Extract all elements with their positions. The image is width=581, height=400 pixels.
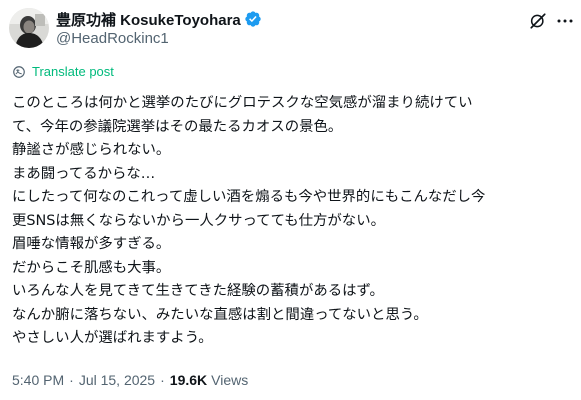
post-card: 豊原功補 KosukeToyohara @HeadRockinc1 Transl… — [0, 0, 581, 400]
avatar-image — [9, 8, 49, 48]
post-text-line: にしたって何なのこれって虚しい酒を煽るも今や世界的にもこんなだし今 — [12, 189, 486, 205]
post-text-line: 眉唾な情報が多すぎる。 — [12, 236, 171, 252]
post-text-line: まあ闘ってるからな… — [12, 165, 156, 182]
verified-badge-icon — [244, 10, 262, 28]
post-meta: 5:40 PM · Jul 15, 2025 · 19.6K Views — [12, 372, 248, 388]
translate-icon — [12, 65, 26, 79]
post-text-line: 更SNSは無くならないから一人クサってても仕方がない。 — [12, 212, 385, 229]
more-horizontal-icon[interactable] — [556, 12, 574, 30]
post-text-line: なんか腑に落ちない、みたいな直感は割と間違ってないと思う。 — [12, 306, 428, 323]
post-text-line: て、今年の参議院選挙はその最たるカオスの景色。 — [12, 118, 343, 135]
avatar[interactable] — [9, 8, 49, 48]
post-text-line: だからこそ肌感も大事。 — [12, 259, 171, 276]
post-text-line: やさしい人が選ばれますよう。 — [12, 330, 213, 346]
author-handle[interactable]: @HeadRockinc1 — [56, 30, 169, 47]
post-text-line: このところは何かと選挙のたびにグロテスクな空気感が溜まり続けてい — [12, 95, 473, 111]
views-label: Views — [211, 372, 249, 388]
grok-slash-icon[interactable] — [529, 12, 547, 30]
author-name-row: 豊原功補 KosukeToyohara — [56, 9, 262, 29]
post-text-line: 静謐さが感じられない。 — [12, 142, 171, 158]
post-time[interactable]: 5:40 PM — [12, 372, 64, 388]
translate-post-label: Translate post — [32, 64, 114, 79]
post-text: このところは何かと選挙のたびにグロテスクな空気感が溜まり続けてい て、今年の参議… — [12, 92, 574, 351]
post-text-line: いろんな人を見てきて生きてきた経験の蓄積があるはず。 — [12, 283, 384, 299]
post-date[interactable]: Jul 15, 2025 — [79, 372, 155, 388]
views-count: 19.6K — [169, 372, 208, 388]
author-display-name[interactable]: 豊原功補 KosukeToyohara — [56, 9, 241, 30]
meta-separator: · — [160, 372, 165, 388]
translate-post-link[interactable]: Translate post — [12, 64, 114, 79]
meta-separator: · — [69, 372, 74, 388]
